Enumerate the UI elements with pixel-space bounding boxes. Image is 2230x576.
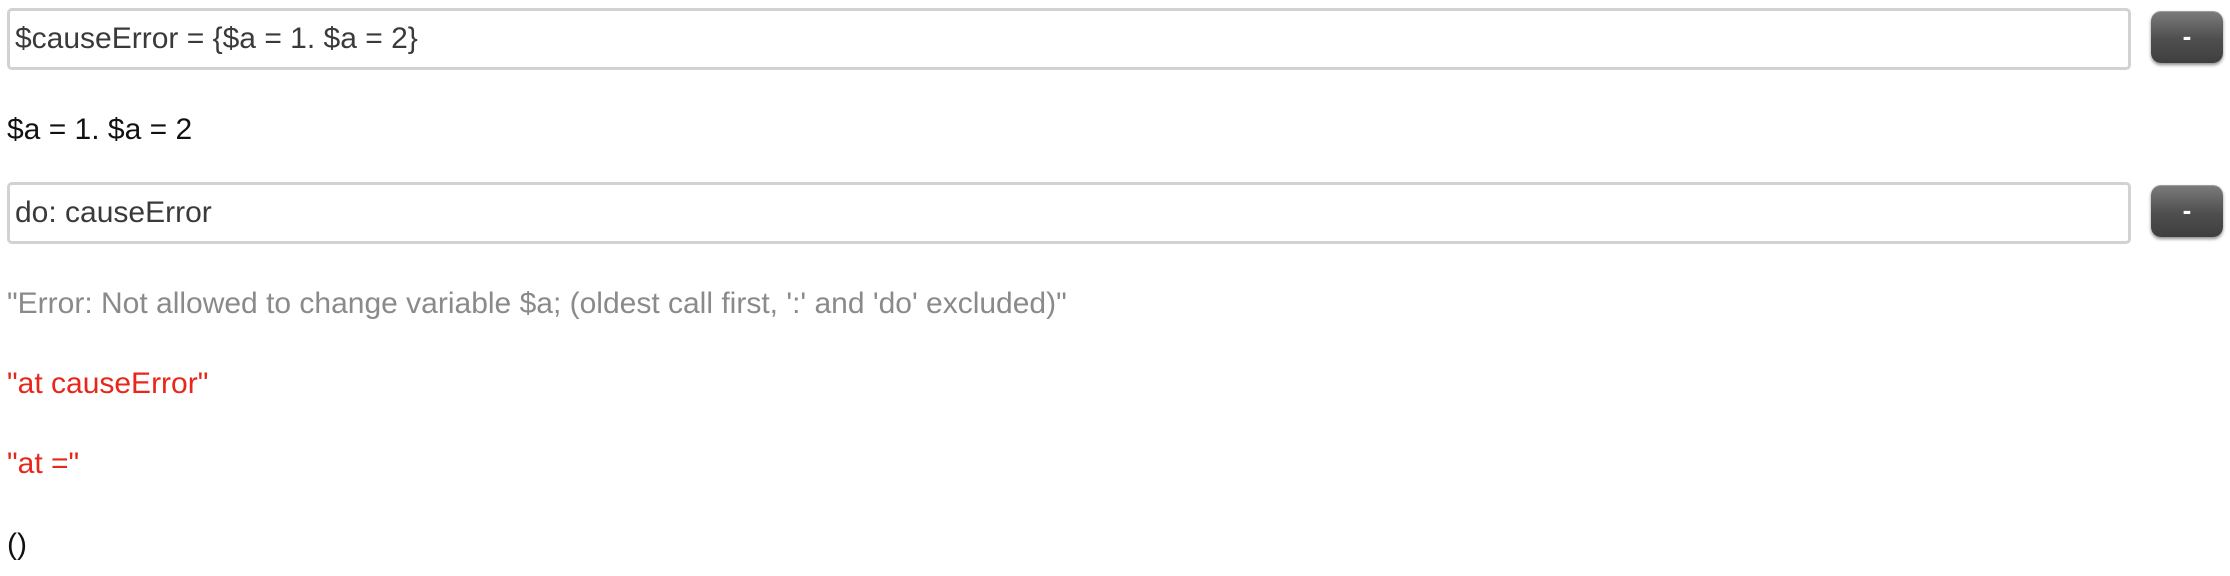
input-row-2: - xyxy=(7,182,2223,246)
stack-trace-line-1: "at causeError" xyxy=(7,367,209,400)
command-input-2[interactable] xyxy=(7,182,2131,244)
error-message: "Error: Not allowed to change variable $… xyxy=(7,287,1067,320)
command-input-1[interactable] xyxy=(7,8,2131,70)
input-row-1: - xyxy=(7,8,2223,72)
output-result-1: $a = 1. $a = 2 xyxy=(7,113,193,146)
remove-cell-button-2[interactable]: - xyxy=(2151,185,2223,237)
remove-cell-button-1[interactable]: - xyxy=(2151,11,2223,63)
stack-trace-line-2: "at =" xyxy=(7,447,80,480)
output-result-2: () xyxy=(7,528,27,561)
